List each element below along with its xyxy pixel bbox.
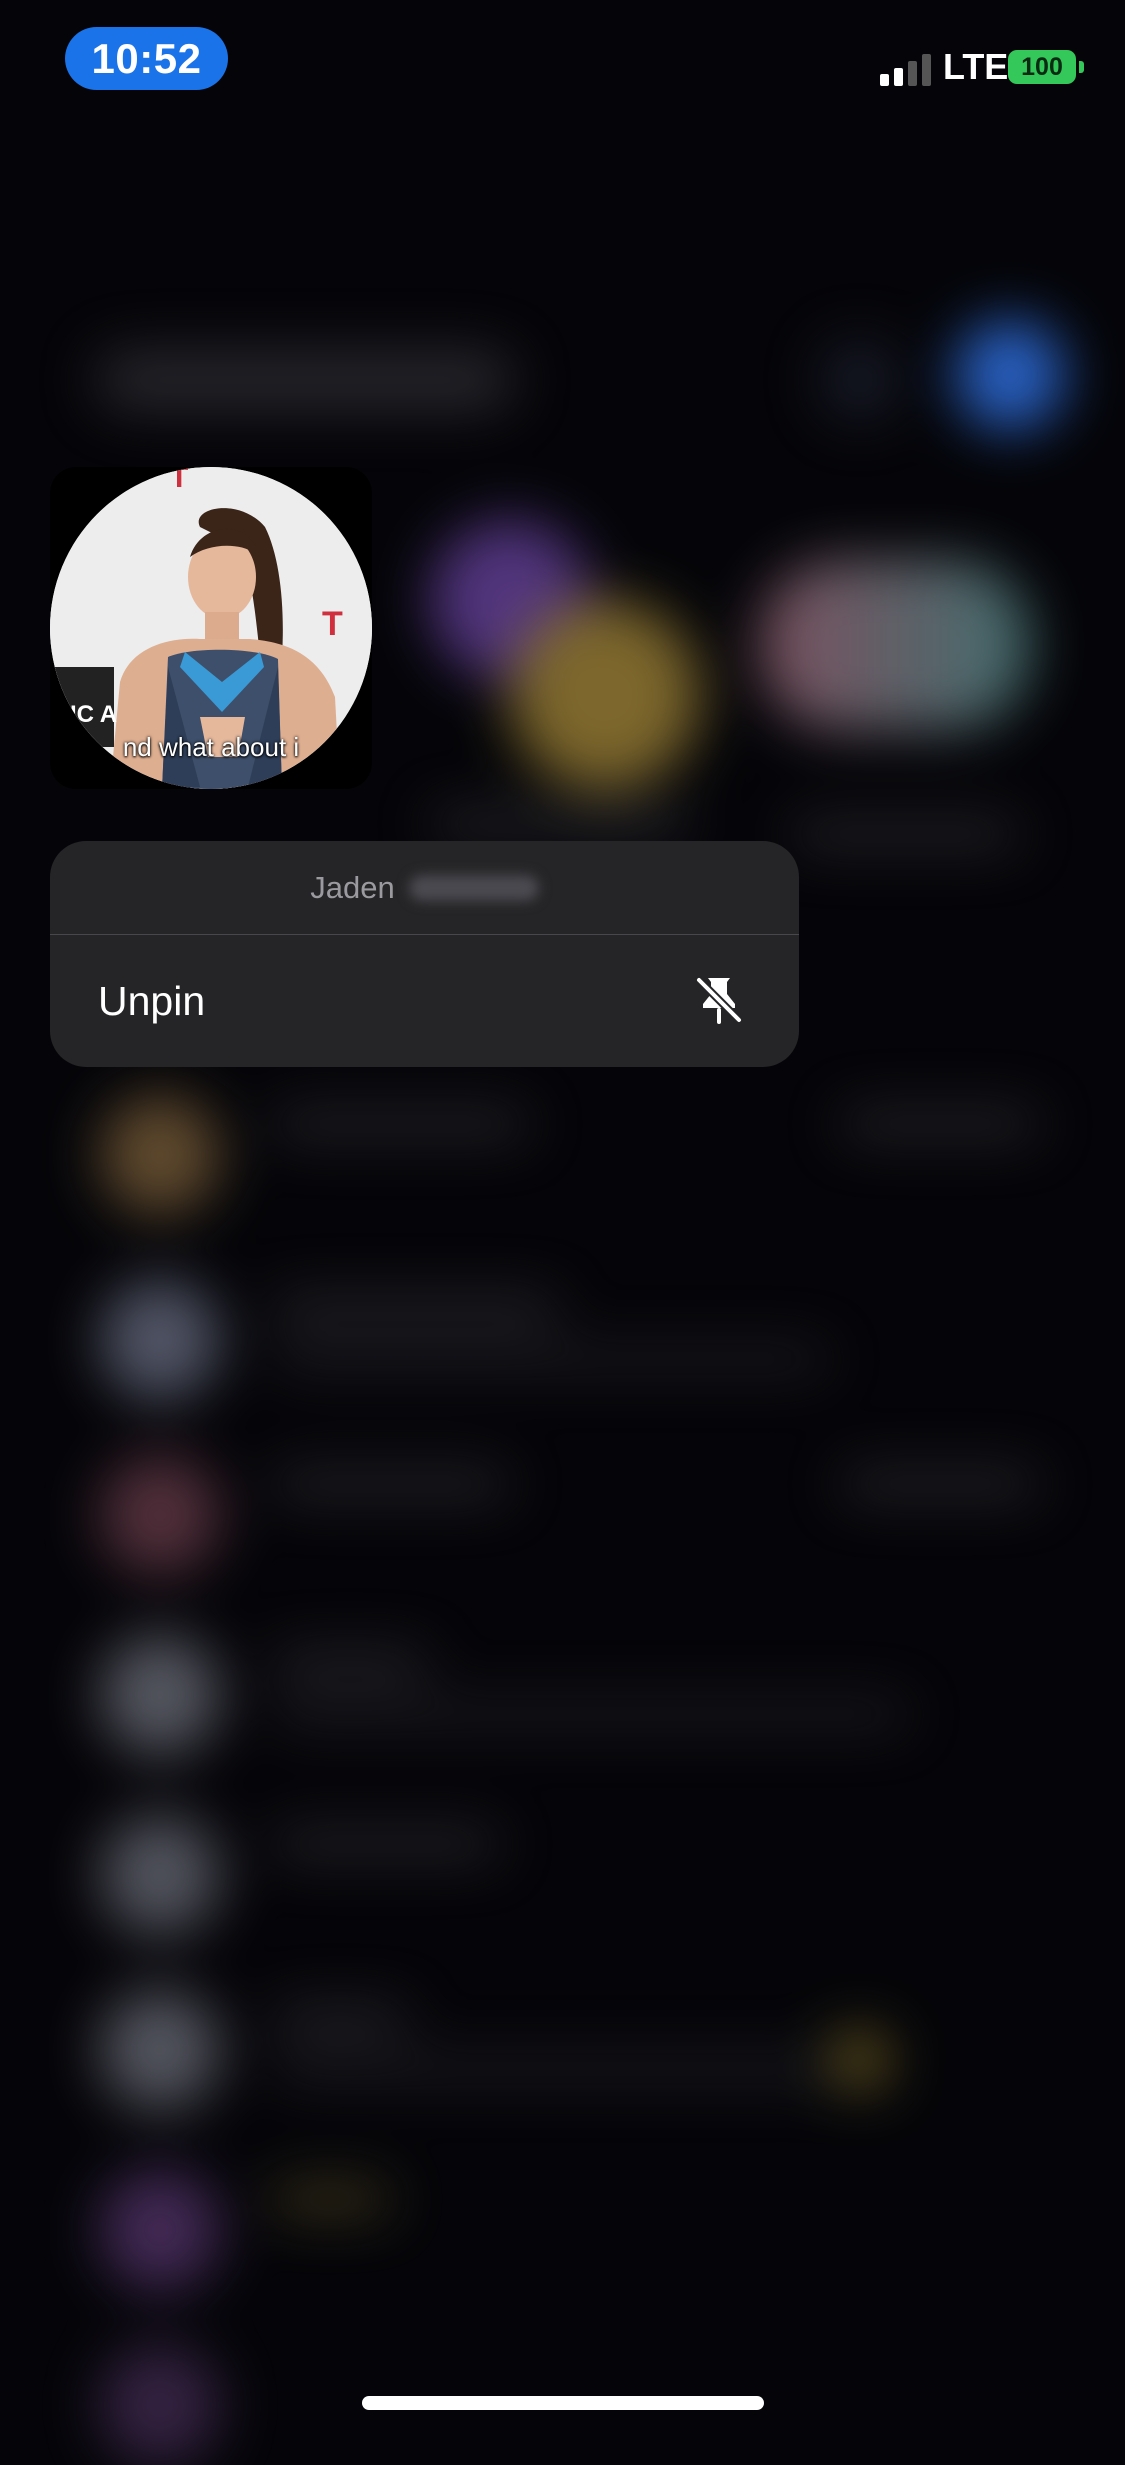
blurred-chat-avatar — [100, 1635, 220, 1755]
blurred-chat-preview — [270, 1345, 830, 1373]
blurred-chat-avatar — [100, 1455, 220, 1575]
blurred-chat-avatar — [100, 2345, 220, 2465]
unpin-label: Unpin — [98, 977, 206, 1024]
blurred-chat-time — [840, 1110, 1040, 1138]
home-indicator[interactable] — [362, 2396, 764, 2410]
blurred-pinned-avatar — [510, 600, 700, 790]
battery-level: 100 — [1021, 52, 1063, 81]
blurred-chat-time — [840, 1470, 1040, 1498]
blurred-pinned-label — [430, 810, 690, 838]
blurred-chat-avatar — [100, 1280, 220, 1400]
blurred-chat-name — [270, 1830, 500, 1858]
blurred-chat-name — [270, 1650, 430, 1678]
blurred-chat-avatar — [100, 1095, 220, 1215]
redacted-last-name — [408, 874, 539, 901]
cellular-signal-icon — [880, 52, 931, 86]
pinned-chat-preview[interactable]: T T IC A nd what about i — [50, 467, 372, 789]
contact-avatar: T T IC A nd what about i — [50, 467, 372, 789]
blurred-header-button — [820, 340, 900, 420]
blurred-chat-name — [270, 2185, 390, 2213]
blurred-chat-preview — [270, 1700, 910, 1728]
battery-tip — [1079, 61, 1084, 73]
battery-icon: 100 — [1008, 50, 1076, 84]
blurred-chat-name — [270, 1295, 560, 1323]
blurred-chat-avatar — [100, 1990, 220, 2110]
blurred-pinned-avatar — [760, 560, 1030, 730]
blurred-pinned-label — [790, 820, 1020, 848]
context-menu: Jaden Unpin — [50, 841, 799, 1067]
blurred-page-title — [95, 350, 515, 410]
blurred-emoji — [830, 2030, 890, 2090]
blurred-chat-avatar — [100, 2170, 220, 2290]
blurred-compose-button — [955, 320, 1065, 430]
status-bar: 10:52 LTE 100 — [0, 0, 1125, 130]
contact-first-name: Jaden — [310, 869, 395, 905]
svg-text:IC A: IC A — [70, 701, 117, 728]
unpin-icon — [695, 976, 743, 1024]
avatar-caption: nd what about i — [122, 732, 300, 762]
status-time: 10:52 — [65, 27, 228, 90]
blurred-chat-name — [270, 1470, 510, 1498]
network-type: LTE — [943, 46, 1009, 87]
svg-text:T: T — [322, 605, 343, 643]
menu-contact-name: Jaden — [50, 841, 799, 935]
unpin-menu-item[interactable]: Unpin — [50, 935, 799, 1067]
blurred-chat-name — [270, 1110, 530, 1138]
blurred-background — [0, 0, 1125, 2465]
blurred-chat-preview — [270, 2055, 830, 2083]
svg-text:T: T — [170, 467, 188, 494]
blurred-chat-name — [270, 2005, 410, 2033]
blurred-chat-avatar — [100, 1815, 220, 1935]
